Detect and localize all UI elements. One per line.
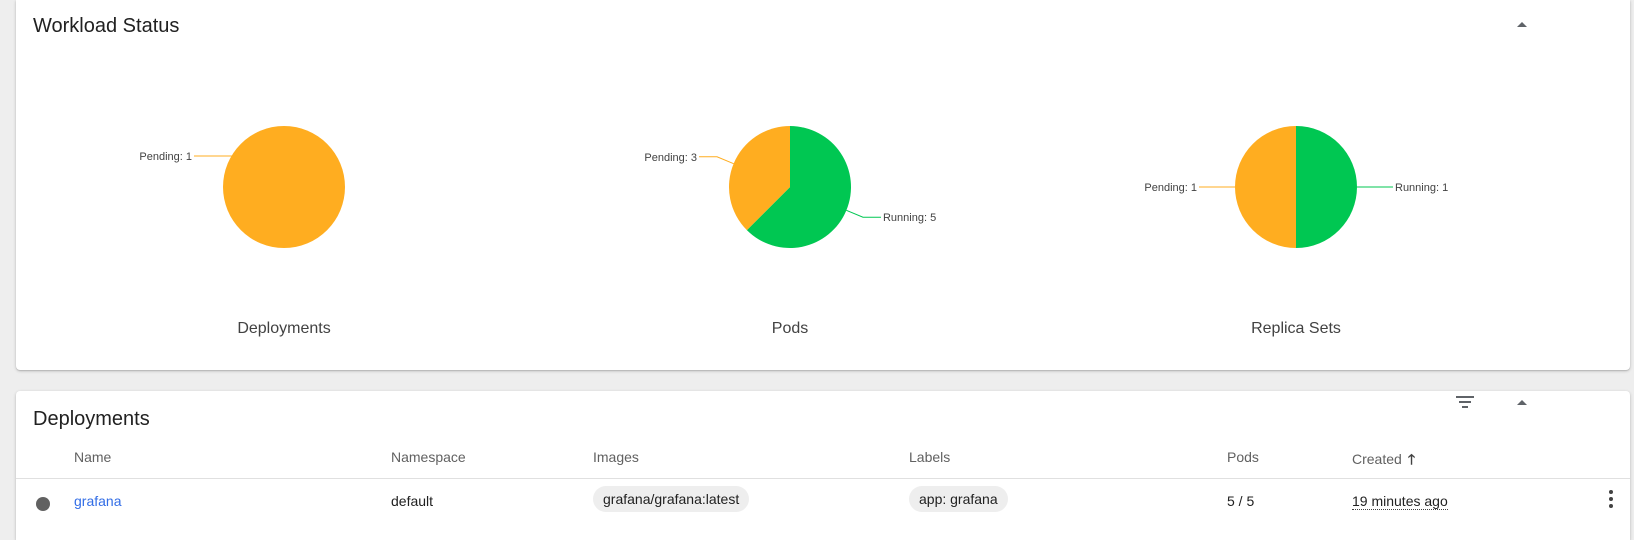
- deployments-card: Deployments Name Namespace Images Labels…: [16, 391, 1630, 540]
- column-header-pods[interactable]: Pods: [1227, 449, 1259, 465]
- workload-status-card: Workload Status Pending: 1 Running: 5 Pend…: [16, 0, 1630, 370]
- chart-label-deployments: Deployments: [237, 320, 331, 337]
- pie-slice-replica-sets-pending[interactable]: [1235, 126, 1296, 248]
- collapse-deployments-button[interactable]: [1502, 382, 1542, 422]
- chart-label-replica-sets: Replica Sets: [1251, 320, 1341, 337]
- column-header-name[interactable]: Name: [74, 449, 111, 465]
- data-label-replica-sets-running: Running: 1: [1395, 182, 1448, 194]
- arrow-drop-up-icon: [1517, 399, 1527, 405]
- deployment-namespace: default: [391, 493, 434, 509]
- workload-charts: Pending: 1 Running: 5 Pending: 3 Running: 1…: [139, 126, 1448, 248]
- column-header-created[interactable]: Created 🡑: [1352, 449, 1415, 473]
- deployments-title: Deployments: [33, 408, 150, 430]
- more-vert-icon[interactable]: [1596, 484, 1626, 514]
- deployment-created: 19 minutes ago: [1352, 493, 1448, 510]
- table-row: grafana default grafana/grafana:latest a…: [16, 479, 1630, 527]
- column-header-labels[interactable]: Labels: [909, 449, 950, 465]
- data-label-pods-running: Running: 5: [883, 212, 936, 224]
- image-chip: grafana/grafana:latest: [593, 486, 750, 512]
- chart-label-pods: Pods: [771, 320, 809, 337]
- status-unknown-icon: [36, 497, 50, 511]
- table-header: Name Namespace Images Labels Pods Create…: [16, 443, 1630, 479]
- column-header-images[interactable]: Images: [593, 449, 639, 465]
- data-label-deployments-pending: Pending: 1: [139, 151, 192, 163]
- label-chip: app: grafana: [909, 486, 1008, 512]
- sort-ascending-icon: 🡑: [1407, 451, 1416, 467]
- deployment-name-link[interactable]: grafana: [74, 493, 121, 509]
- data-label-pods-pending: Pending: 3: [644, 152, 697, 164]
- leader-line-pods-running: [846, 209, 881, 218]
- filter-list-icon: [1456, 396, 1474, 408]
- deployment-pods: 5 / 5: [1227, 493, 1255, 509]
- pie-slice-replica-sets-running[interactable]: [1296, 126, 1357, 248]
- column-header-namespace[interactable]: Namespace: [391, 449, 466, 465]
- data-label-replica-sets-pending: Pending: 1: [1144, 182, 1197, 194]
- leader-line-pods-pending: [699, 156, 734, 165]
- filter-button[interactable]: [1445, 382, 1485, 422]
- column-header-created-label: Created: [1352, 451, 1402, 467]
